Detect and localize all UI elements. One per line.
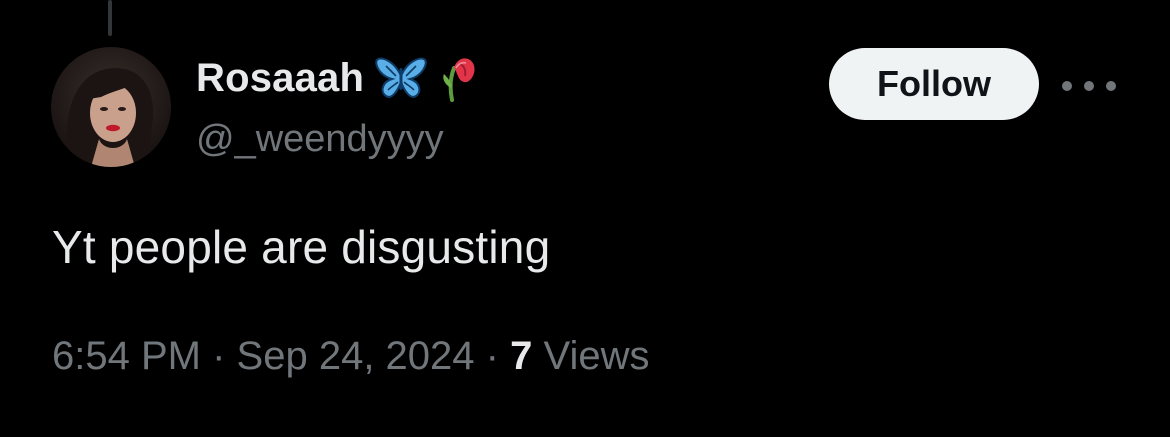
more-options-icon[interactable] bbox=[1062, 72, 1116, 100]
more-dot bbox=[1106, 81, 1116, 91]
views-label: Views bbox=[543, 334, 650, 378]
tweet-meta-row: 6:54 PM · Sep 24, 2024 · 7 Views bbox=[52, 334, 649, 379]
wilted-rose-emoji-icon bbox=[438, 54, 482, 102]
more-dot bbox=[1062, 81, 1072, 91]
tweet-date[interactable]: Sep 24, 2024 bbox=[237, 334, 475, 378]
tweet-text: Yt people are disgusting bbox=[52, 221, 551, 273]
avatar[interactable] bbox=[51, 47, 171, 167]
meta-separator: · bbox=[485, 334, 499, 378]
author-display-name[interactable]: Rosaaah bbox=[196, 56, 364, 101]
thread-connector-line bbox=[108, 0, 112, 36]
author-handle[interactable]: @_weendyyyy bbox=[196, 118, 444, 161]
meta-separator: · bbox=[212, 334, 226, 378]
views-count: 7 bbox=[510, 334, 533, 378]
author-name-row[interactable]: Rosaaah bbox=[196, 54, 482, 102]
follow-button[interactable]: Follow bbox=[829, 48, 1039, 120]
more-dot bbox=[1084, 81, 1094, 91]
butterfly-emoji-icon bbox=[374, 54, 428, 102]
tweet-time[interactable]: 6:54 PM bbox=[52, 334, 201, 378]
